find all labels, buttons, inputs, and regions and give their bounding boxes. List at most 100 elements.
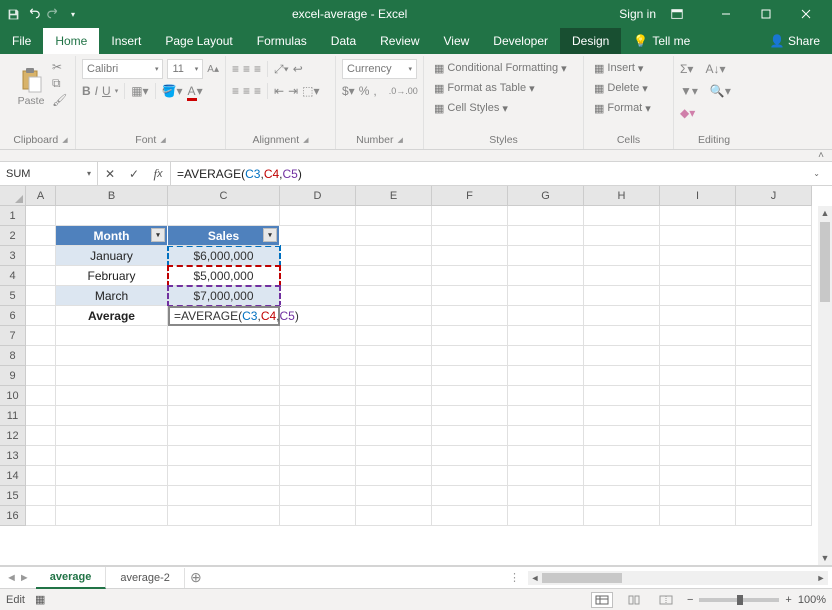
cell[interactable] xyxy=(736,326,812,346)
cell[interactable] xyxy=(280,506,356,526)
tab-view[interactable]: View xyxy=(432,28,482,54)
cell[interactable] xyxy=(584,466,660,486)
cell[interactable] xyxy=(736,286,812,306)
cell[interactable] xyxy=(432,226,508,246)
zoom-slider[interactable] xyxy=(699,598,779,602)
dialog-launcher-icon[interactable]: ◢ xyxy=(160,136,165,144)
cell[interactable] xyxy=(660,426,736,446)
cell[interactable] xyxy=(26,386,56,406)
sort-filter-icon[interactable]: A↓▾ xyxy=(705,62,725,76)
wrap-text-icon[interactable]: ↩ xyxy=(293,62,303,76)
cell[interactable] xyxy=(660,226,736,246)
cell[interactable] xyxy=(432,366,508,386)
cell[interactable] xyxy=(660,266,736,286)
close-button[interactable] xyxy=(786,0,826,28)
row-header-7[interactable]: 7 xyxy=(0,326,26,346)
cell[interactable] xyxy=(736,486,812,506)
cell[interactable] xyxy=(26,426,56,446)
align-bottom-icon[interactable]: ≡ xyxy=(254,62,261,76)
cell[interactable] xyxy=(356,486,432,506)
cell-C6-editing[interactable]: =AVERAGE(C3,C4,C5) xyxy=(168,306,280,326)
cell[interactable] xyxy=(660,446,736,466)
cell[interactable] xyxy=(584,426,660,446)
zoom-out-button[interactable]: − xyxy=(687,594,693,606)
row-header-13[interactable]: 13 xyxy=(0,446,26,466)
cell[interactable] xyxy=(736,226,812,246)
ribbon-display-icon[interactable] xyxy=(670,7,684,21)
insert-function-button[interactable]: fx xyxy=(146,166,170,182)
cell[interactable] xyxy=(26,326,56,346)
cell[interactable] xyxy=(660,366,736,386)
expand-formula-bar-icon[interactable]: ⌄ xyxy=(807,169,826,178)
font-name-select[interactable]: Calibri▾ xyxy=(82,59,163,79)
tab-formulas[interactable]: Formulas xyxy=(245,28,319,54)
cell[interactable] xyxy=(584,206,660,226)
cell[interactable] xyxy=(56,486,168,506)
row-header-11[interactable]: 11 xyxy=(0,406,26,426)
qat-customize-icon[interactable]: ▾ xyxy=(66,7,80,21)
cell-B4[interactable]: February xyxy=(56,266,168,286)
cell[interactable] xyxy=(356,466,432,486)
cell[interactable] xyxy=(432,346,508,366)
cancel-formula-button[interactable]: ✕ xyxy=(98,167,122,181)
fill-color-button[interactable]: 🪣▾ xyxy=(162,84,183,98)
cell[interactable] xyxy=(26,286,56,306)
cell[interactable] xyxy=(168,326,280,346)
cell[interactable] xyxy=(356,306,432,326)
cell[interactable] xyxy=(660,286,736,306)
cell[interactable] xyxy=(508,326,584,346)
sheet-tab-average[interactable]: average xyxy=(36,567,107,589)
cell[interactable] xyxy=(356,206,432,226)
cell[interactable] xyxy=(168,386,280,406)
col-header-J[interactable]: J xyxy=(736,186,812,206)
percent-icon[interactable]: % xyxy=(359,84,370,98)
table-header-sales[interactable]: Sales▾ xyxy=(168,226,280,246)
cell[interactable] xyxy=(736,406,812,426)
cell[interactable] xyxy=(736,466,812,486)
italic-button[interactable]: I xyxy=(95,84,98,98)
tab-file[interactable]: File xyxy=(0,28,43,54)
row-header-12[interactable]: 12 xyxy=(0,426,26,446)
zoom-level[interactable]: 100% xyxy=(798,594,826,606)
cell[interactable] xyxy=(584,366,660,386)
cell[interactable] xyxy=(356,226,432,246)
cell[interactable] xyxy=(356,386,432,406)
cell[interactable] xyxy=(584,266,660,286)
collapse-ribbon-icon[interactable]: ˄ xyxy=(818,150,824,161)
row-header-9[interactable]: 9 xyxy=(0,366,26,386)
font-color-button[interactable]: A▾ xyxy=(187,84,203,98)
tab-insert[interactable]: Insert xyxy=(99,28,153,54)
cell[interactable] xyxy=(280,326,356,346)
cell[interactable] xyxy=(356,286,432,306)
sheet-tab-average-2[interactable]: average-2 xyxy=(106,568,185,588)
row-header-16[interactable]: 16 xyxy=(0,506,26,526)
cell[interactable] xyxy=(736,446,812,466)
cell[interactable] xyxy=(26,466,56,486)
cell[interactable] xyxy=(168,346,280,366)
align-center-icon[interactable]: ≡ xyxy=(243,84,250,98)
cell-B3[interactable]: January xyxy=(56,246,168,266)
cell[interactable] xyxy=(736,346,812,366)
cell[interactable] xyxy=(168,406,280,426)
cell[interactable] xyxy=(660,386,736,406)
cut-icon[interactable]: ✂ xyxy=(52,60,67,74)
filter-button-icon[interactable]: ▾ xyxy=(151,228,165,242)
cell[interactable] xyxy=(26,266,56,286)
cell[interactable] xyxy=(432,306,508,326)
fill-icon[interactable]: ▼▾ xyxy=(680,84,698,98)
cell[interactable] xyxy=(356,506,432,526)
enter-formula-button[interactable]: ✓ xyxy=(122,167,146,181)
table-header-month[interactable]: Month▾ xyxy=(56,226,168,246)
number-format-select[interactable]: Currency▾ xyxy=(342,59,417,79)
cell[interactable] xyxy=(736,386,812,406)
cell[interactable] xyxy=(508,266,584,286)
cell-C3[interactable]: $6,000,000 xyxy=(168,246,280,266)
align-left-icon[interactable]: ≡ xyxy=(232,84,239,98)
scroll-thumb[interactable] xyxy=(542,573,622,583)
cell[interactable] xyxy=(26,446,56,466)
cell[interactable] xyxy=(432,466,508,486)
cell[interactable] xyxy=(508,446,584,466)
decrease-indent-icon[interactable]: ⇤ xyxy=(274,84,284,98)
cell[interactable] xyxy=(660,306,736,326)
copy-icon[interactable]: ⧉ xyxy=(52,76,67,91)
